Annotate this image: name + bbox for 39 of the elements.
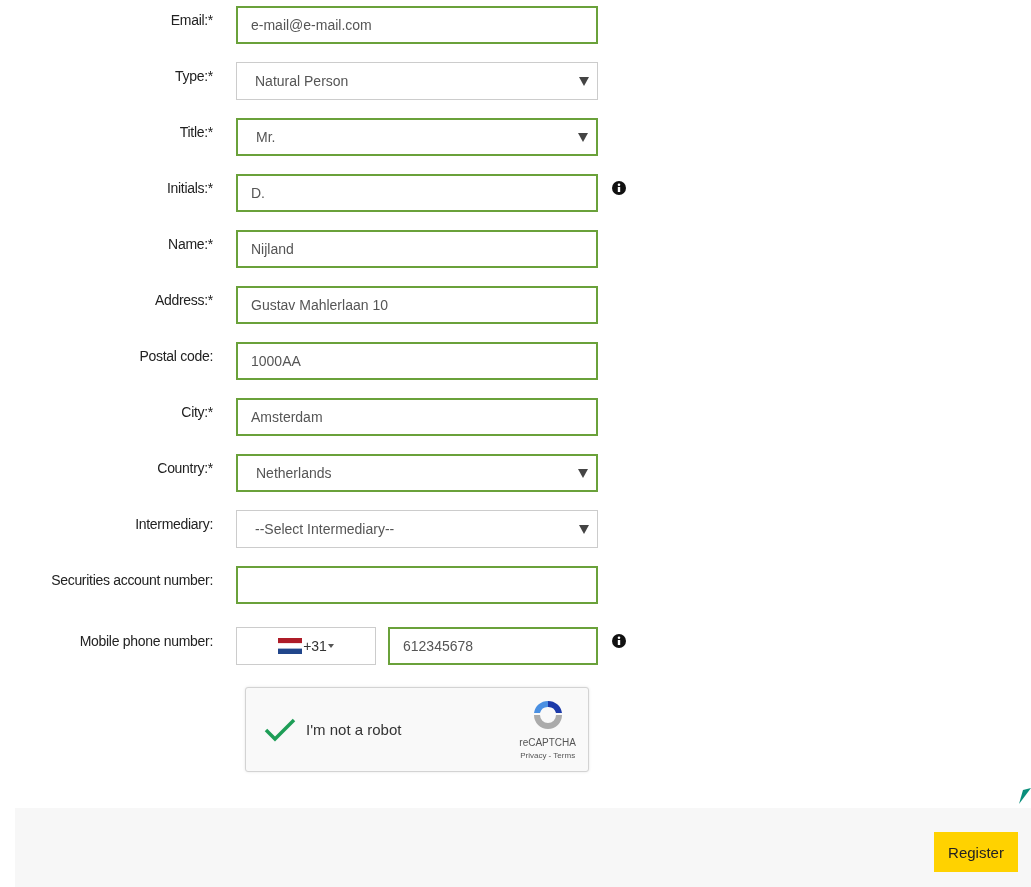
caret-icon: [578, 468, 588, 478]
text-input[interactable]: Nijland: [236, 230, 598, 268]
info-icon[interactable]: [612, 181, 626, 195]
text-input[interactable]: D.: [236, 174, 598, 212]
field-label: Mobile phone number:: [78, 632, 213, 651]
field-label: Name:*: [167, 235, 213, 254]
text-input[interactable]: e-mail@e-mail.com: [236, 6, 598, 44]
country-code-dropdown[interactable]: +31: [236, 627, 376, 665]
flag-icon: [278, 638, 303, 654]
field-label: Title:*: [178, 123, 213, 142]
text-input[interactable]: 1000AA: [236, 342, 598, 380]
field-label: Country:*: [156, 459, 213, 478]
text-input[interactable]: Amsterdam: [236, 398, 598, 436]
select-dropdown[interactable]: Netherlands: [236, 454, 598, 492]
field-label: Intermediary:: [134, 515, 213, 534]
checkmark-icon[interactable]: [264, 716, 296, 743]
caret-icon: [579, 524, 589, 534]
caret-icon: [579, 76, 589, 86]
field-label: City:*: [180, 403, 213, 422]
captcha-label: I'm not a robot: [306, 721, 403, 738]
field-label: Address:*: [154, 291, 213, 310]
caret-icon: [578, 132, 588, 142]
phone-input[interactable]: 612345678: [388, 627, 598, 665]
text-input[interactable]: [236, 566, 598, 604]
recaptcha-text: reCAPTCHA: [519, 737, 576, 748]
field-label: Type:*: [174, 67, 213, 86]
arrow-icon: [1019, 788, 1031, 804]
field-label: Email:*: [169, 11, 213, 30]
field-label: Postal code:: [138, 347, 213, 366]
field-label: Initials:*: [165, 179, 213, 198]
privacy-terms-link[interactable]: Privacy - Terms: [520, 751, 576, 760]
info-icon[interactable]: [612, 634, 626, 648]
select-dropdown[interactable]: Natural Person: [236, 62, 598, 100]
caret-icon: [327, 644, 334, 648]
text-input[interactable]: Gustav Mahlerlaan 10: [236, 286, 598, 324]
select-dropdown[interactable]: --Select Intermediary--: [236, 510, 598, 548]
field-label: Securities account number:: [50, 571, 213, 590]
select-dropdown[interactable]: Mr.: [236, 118, 598, 156]
register-button[interactable]: Register: [934, 832, 1018, 872]
